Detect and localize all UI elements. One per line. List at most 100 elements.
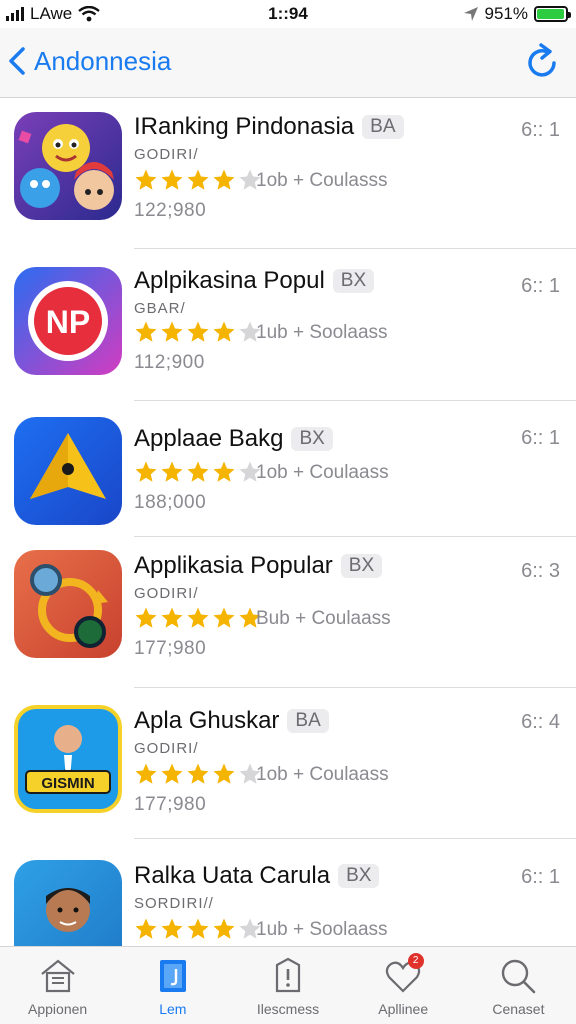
- person-portrait-icon: [14, 860, 122, 947]
- app-badge: BA: [362, 115, 404, 139]
- app-rank: 6:: 1: [521, 275, 560, 297]
- tab-label: Lem: [159, 1001, 187, 1017]
- star-filled-icon: [213, 763, 235, 784]
- star-filled-icon: [135, 321, 157, 342]
- star-filled-icon: [161, 461, 183, 482]
- rating-stars: [134, 320, 262, 344]
- app-name-text: Applaae Bakg: [134, 425, 284, 452]
- app-developer: GODIRI/: [134, 146, 199, 163]
- np-logo-text: NP: [46, 304, 90, 340]
- puzzle-circles-icon: [14, 550, 122, 658]
- app-name: IRanking Pindonasia BA: [134, 113, 404, 141]
- status-right: 951%: [463, 4, 571, 24]
- star-filled-icon: [187, 763, 209, 784]
- app-developer: GBAR/: [134, 300, 186, 317]
- app-category: 1ob + Coulasss: [256, 170, 388, 191]
- tab-apllinee[interactable]: 2 Apllinee: [346, 947, 461, 1024]
- divider: [134, 838, 576, 839]
- app-name-text: Applikasia Popular: [134, 552, 333, 579]
- star-filled-icon: [187, 918, 209, 939]
- app-name: Apla Ghuskar BA: [134, 707, 329, 735]
- tab-label: Ilescmess: [256, 1001, 320, 1017]
- app-badge: BA: [287, 709, 329, 733]
- tab-lem[interactable]: Lem: [115, 947, 230, 1024]
- notification-badge: 2: [407, 953, 424, 969]
- app-category: 1ub + Soolaass: [256, 322, 388, 343]
- refresh-button[interactable]: [522, 40, 562, 82]
- app-rank: 6:: 1: [521, 119, 560, 141]
- navigation-bar: Andonnesia: [0, 28, 576, 98]
- star-filled-icon: [187, 321, 209, 342]
- np-logo-icon: NP: [14, 267, 122, 375]
- tab-label: Appionen: [28, 1001, 88, 1017]
- star-filled-icon: [161, 169, 183, 190]
- app-name-text: Apla Ghuskar: [134, 707, 280, 734]
- app-badge: BX: [338, 864, 380, 888]
- app-count: 177;980: [134, 638, 207, 659]
- book-icon: [159, 960, 186, 992]
- app-name-text: Ralka Uata Carula: [134, 862, 331, 889]
- monster-characters-icon: [14, 112, 122, 220]
- star-filled-icon: [213, 321, 235, 342]
- star-filled-icon: [161, 918, 183, 939]
- divider: [134, 248, 576, 249]
- tab-ilescmess[interactable]: Ilescmess: [230, 947, 345, 1024]
- presenter-game-text: GISMIN: [41, 775, 94, 792]
- divider: [134, 400, 576, 401]
- app-rank: 6:: 1: [521, 427, 560, 449]
- star-filled-icon: [135, 461, 157, 482]
- battery-icon: [534, 6, 571, 22]
- app-ranking-list: IRanking Pindonasia BA GODIRI/ 1ob + Coul…: [0, 99, 576, 947]
- star-filled-icon: [135, 763, 157, 784]
- star-filled-icon: [161, 321, 183, 342]
- star-filled-icon: [213, 169, 235, 190]
- rating-stars: [134, 168, 262, 192]
- app-name-text: IRanking Pindonasia: [134, 113, 355, 140]
- app-category: Bub + Coulaass: [256, 608, 391, 629]
- list-item[interactable]: IRanking Pindonasia BA GODIRI/ 1ob + Coul…: [0, 99, 576, 249]
- list-item[interactable]: Applaae Bakg BX 1ob + Coulaass 188;000 6:…: [0, 403, 576, 537]
- app-category: 1ob + Coulaass: [256, 462, 389, 483]
- app-name: Applikasia Popular BX: [134, 552, 383, 580]
- app-category: 1ub + Soolaass: [256, 919, 388, 940]
- tab-appionen[interactable]: Appionen: [0, 947, 115, 1024]
- app-developer: SORDIRI//: [134, 895, 214, 912]
- list-item[interactable]: NP Aplpikasina Popul BX GBAR/ 1ub + Soola…: [0, 251, 576, 401]
- list-item[interactable]: GISMIN Apla Ghuskar BA GODIRI/ 1ob + Coul…: [0, 689, 576, 839]
- app-rank: 6:: 3: [521, 560, 560, 582]
- star-filled-icon: [213, 607, 235, 628]
- app-category: 1ob + Coulaass: [256, 764, 389, 785]
- divider: [134, 687, 576, 688]
- list-item[interactable]: Applikasia Popular BX GODIRI/ Bub + Coula…: [0, 538, 576, 688]
- battery-fill: [537, 9, 564, 19]
- battery-percent: 951%: [484, 4, 528, 23]
- list-item[interactable]: Ralka Uata Carula BX SORDIRI// 1ub + Sool…: [0, 844, 576, 947]
- rating-stars: [134, 917, 262, 941]
- divider: [134, 536, 576, 537]
- star-filled-icon: [135, 918, 157, 939]
- rating-stars: [134, 460, 262, 484]
- app-name: Ralka Uata Carula BX: [134, 862, 380, 890]
- app-name: Aplpikasina Popul BX: [134, 267, 375, 295]
- star-filled-icon: [135, 169, 157, 190]
- star-filled-icon: [213, 918, 235, 939]
- status-bar: LAwe 1::94 951%: [0, 0, 576, 28]
- app-rank: 6:: 1: [521, 866, 560, 888]
- tab-label: Apllinee: [378, 1001, 429, 1017]
- home-icon: [40, 959, 75, 993]
- back-button[interactable]: Andonnesia: [8, 40, 171, 82]
- yellow-arrow-icon: [14, 417, 122, 525]
- app-count: 112;900: [134, 352, 205, 373]
- star-filled-icon: [161, 763, 183, 784]
- alert-doc-icon: [275, 957, 301, 993]
- app-developer: GODIRI/: [134, 740, 199, 757]
- location-arrow-icon: [463, 7, 478, 21]
- refresh-icon: [528, 43, 556, 77]
- tab-bar: Appionen Lem Ilescmess 2 Apllinee Cenase…: [0, 946, 576, 1024]
- search-icon: [502, 959, 536, 994]
- app-badge: BX: [340, 554, 383, 578]
- star-filled-icon: [161, 607, 183, 628]
- tab-cenaset[interactable]: Cenaset: [461, 947, 576, 1024]
- app-count: 122;980: [134, 200, 207, 221]
- chevron-left-icon: [9, 47, 25, 75]
